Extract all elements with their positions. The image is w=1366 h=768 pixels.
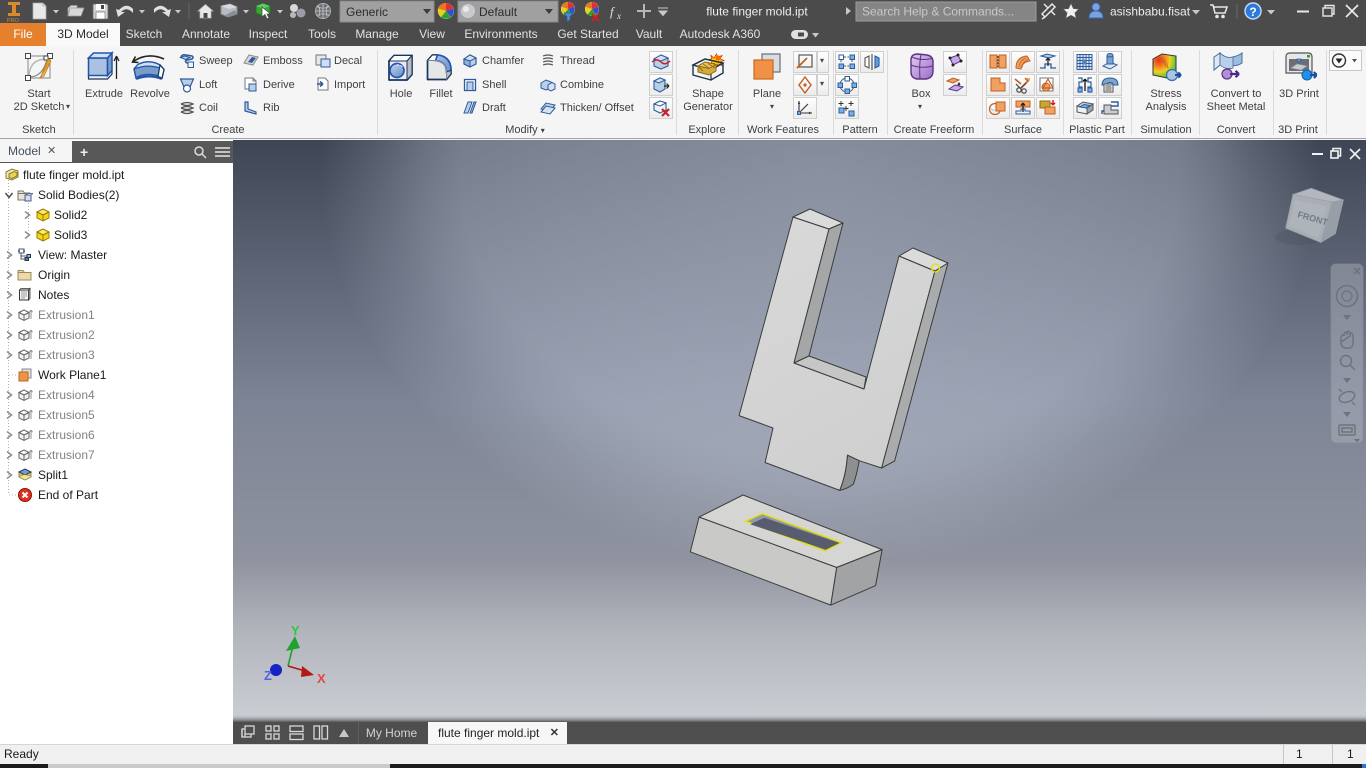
svg-text:Default: Default [479, 5, 518, 19]
svg-text:Generic: Generic [346, 5, 388, 19]
svg-text:asishbabu.fisat: asishbabu.fisat [1110, 5, 1191, 19]
svg-text:Z: Z [264, 668, 272, 683]
svg-text:?: ? [1249, 5, 1256, 19]
svg-text:X: X [317, 671, 326, 686]
svg-text:Search Help & Commands...: Search Help & Commands... [862, 5, 1014, 19]
svg-text:Y: Y [291, 623, 300, 638]
svg-text:x: x [616, 11, 621, 21]
svg-text:flute finger mold.ipt: flute finger mold.ipt [706, 5, 808, 19]
svg-text:f: f [610, 4, 616, 19]
